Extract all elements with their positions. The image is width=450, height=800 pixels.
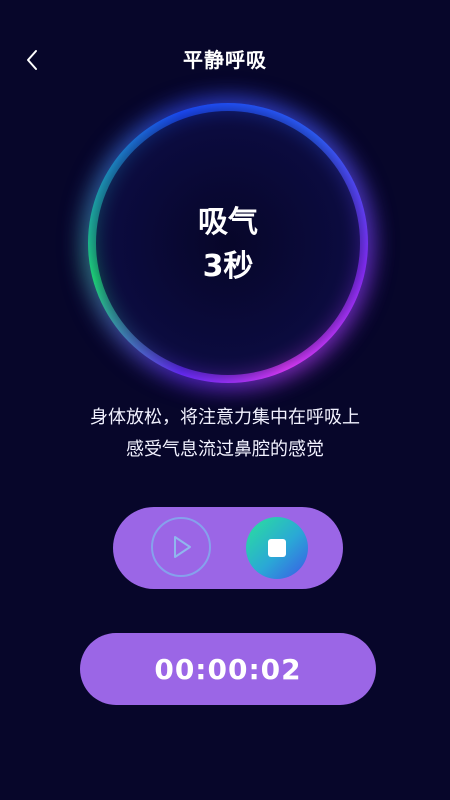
playback-controls (113, 507, 343, 589)
instruction-text: 身体放松，将注意力集中在呼吸上 感受气息流过鼻腔的感觉 (0, 402, 450, 466)
orb-text: 吸气 3秒 (88, 201, 368, 289)
breath-seconds-label: 3秒 (202, 249, 254, 284)
elapsed-timer: 00:00:02 (80, 633, 376, 705)
page-title: 平静呼吸 (183, 48, 267, 72)
breath-phase-label: 吸气 (198, 205, 258, 240)
breathing-orb: 吸气 3秒 (82, 97, 374, 389)
play-icon (174, 536, 191, 558)
stop-button[interactable] (246, 517, 308, 579)
play-button[interactable] (151, 517, 211, 577)
timer-value: 00:00:02 (154, 652, 302, 686)
instruction-line-1: 身体放松，将注意力集中在呼吸上 (90, 407, 360, 428)
instruction-line-2: 感受气息流过鼻腔的感觉 (126, 439, 324, 460)
stop-icon (268, 539, 286, 557)
